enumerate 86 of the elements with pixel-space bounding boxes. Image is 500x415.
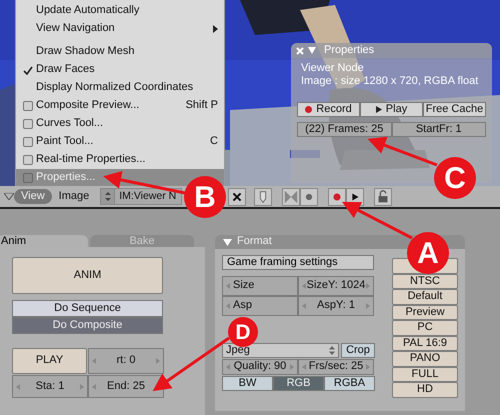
left-arrow-icon bbox=[92, 358, 96, 364]
play-button[interactable]: PLAY bbox=[12, 348, 87, 374]
number-field[interactable]: Asp bbox=[222, 296, 298, 316]
play-icon bbox=[376, 106, 382, 113]
collapse-arrow-icon[interactable] bbox=[308, 47, 316, 54]
left-arrow-icon bbox=[226, 364, 230, 370]
number-field[interactable]: (22) Frames: 25 bbox=[297, 122, 392, 137]
shortcut-text: Shift P bbox=[186, 99, 218, 113]
collapse-arrow-icon[interactable] bbox=[223, 238, 232, 246]
annotation-arrow bbox=[368, 136, 438, 166]
close-button[interactable] bbox=[228, 188, 246, 206]
number-field[interactable]: Sta: 1 bbox=[12, 375, 88, 398]
panel-button[interactable]: Play bbox=[360, 102, 423, 117]
menu-item[interactable]: Paint Tool... C bbox=[16, 133, 224, 151]
number-field[interactable]: Size bbox=[222, 276, 298, 296]
number-field[interactable]: Frs/sec: 25 bbox=[298, 359, 374, 375]
settings-button[interactable]: Game framing settings bbox=[222, 255, 374, 270]
menu-button[interactable]: View bbox=[14, 188, 52, 204]
menu-item[interactable]: Draw Shadow Mesh bbox=[16, 43, 224, 61]
checkbox[interactable] bbox=[23, 119, 33, 129]
callout-label: A bbox=[407, 232, 449, 274]
menu-item[interactable]: Display Normalized Coordinates bbox=[16, 79, 224, 97]
color-mode-button[interactable]: BW bbox=[222, 376, 273, 391]
preset-button[interactable]: Default bbox=[392, 289, 458, 304]
number-field[interactable]: StartFr: 1 bbox=[392, 122, 486, 137]
color-mode-button[interactable]: RGB bbox=[273, 376, 324, 391]
menu-item[interactable]: Composite Preview... Shift P bbox=[16, 97, 224, 115]
panel-title: Properties bbox=[324, 44, 374, 58]
left-arrow-icon bbox=[302, 364, 306, 370]
number-field[interactable]: rt: 0 bbox=[88, 348, 164, 374]
left-arrow-icon bbox=[302, 283, 306, 289]
preset-button[interactable]: HD bbox=[392, 382, 458, 398]
close-icon[interactable] bbox=[296, 46, 304, 54]
checkbox[interactable] bbox=[23, 101, 33, 111]
callout-label: B bbox=[184, 176, 226, 218]
left-arrow-icon bbox=[92, 384, 96, 390]
tab[interactable]: Anim bbox=[0, 235, 88, 247]
info-text: Image : size 1280 x 720, RGBA float bbox=[300, 75, 480, 88]
menu-item[interactable]: Update Automatically bbox=[16, 2, 224, 20]
checkbox[interactable] bbox=[23, 137, 33, 147]
preset-button[interactable]: NTSC bbox=[392, 274, 458, 289]
submenu-arrow-icon bbox=[213, 25, 218, 33]
right-arrow-icon bbox=[156, 358, 160, 364]
preset-button[interactable]: PANO bbox=[392, 351, 458, 366]
preset-button[interactable]: PAL 16:9 bbox=[392, 336, 458, 351]
left-arrow-icon bbox=[226, 283, 230, 289]
number-field[interactable]: End: 25 bbox=[88, 375, 164, 398]
image-selector[interactable]: IM:Viewer N bbox=[100, 188, 182, 205]
collapse-arrow-icon[interactable] bbox=[4, 193, 14, 200]
right-arrow-icon bbox=[366, 283, 370, 289]
shortcut-text: C bbox=[210, 135, 218, 149]
menu-item[interactable]: Curves Tool... bbox=[16, 115, 224, 133]
annotation-arrow bbox=[342, 202, 413, 240]
toggle-button[interactable]: Do Composite bbox=[12, 317, 163, 334]
anim-button[interactable]: ANIM bbox=[12, 257, 163, 294]
callout-label: D bbox=[228, 317, 258, 347]
crop-toggle[interactable]: Crop bbox=[341, 343, 375, 358]
preset-button[interactable]: FULL bbox=[392, 366, 458, 382]
number-field[interactable]: AspY: 1 bbox=[298, 296, 374, 316]
up-down-arrows-icon bbox=[329, 346, 335, 355]
left-arrow-icon bbox=[302, 303, 306, 309]
left-arrow-icon bbox=[16, 384, 20, 390]
toggle-button[interactable]: Do Sequence bbox=[12, 300, 163, 317]
color-mode-button[interactable]: RGBA bbox=[324, 376, 375, 391]
checkbox[interactable] bbox=[23, 155, 33, 165]
right-arrow-icon bbox=[366, 303, 370, 309]
menu-item[interactable]: View Navigation bbox=[16, 20, 224, 38]
menu-item[interactable]: Draw Faces bbox=[16, 61, 224, 79]
info-text: Viewer Node bbox=[300, 62, 365, 75]
panel-button[interactable]: Record bbox=[297, 102, 360, 117]
preset-button[interactable]: Preview bbox=[392, 304, 458, 320]
menu-item[interactable]: Real-time Properties... bbox=[16, 151, 224, 169]
file-type-dropdown[interactable]: Jpeg bbox=[222, 343, 339, 358]
menu-button[interactable]: Image bbox=[52, 188, 96, 204]
panel-title: Format bbox=[237, 235, 272, 249]
checkbox[interactable] bbox=[23, 173, 33, 183]
number-field[interactable]: Quality: 90 bbox=[222, 359, 298, 375]
right-arrow-icon bbox=[80, 384, 84, 390]
record-icon bbox=[305, 106, 312, 113]
callout-label: C bbox=[434, 157, 476, 199]
number-field[interactable]: SizeY: 1024 bbox=[298, 276, 374, 296]
preset-button[interactable]: PC bbox=[392, 320, 458, 336]
left-arrow-icon bbox=[226, 303, 230, 309]
right-arrow-icon bbox=[366, 364, 370, 370]
right-arrow-icon bbox=[290, 364, 294, 370]
panel-button[interactable]: Free Cache bbox=[423, 102, 486, 117]
